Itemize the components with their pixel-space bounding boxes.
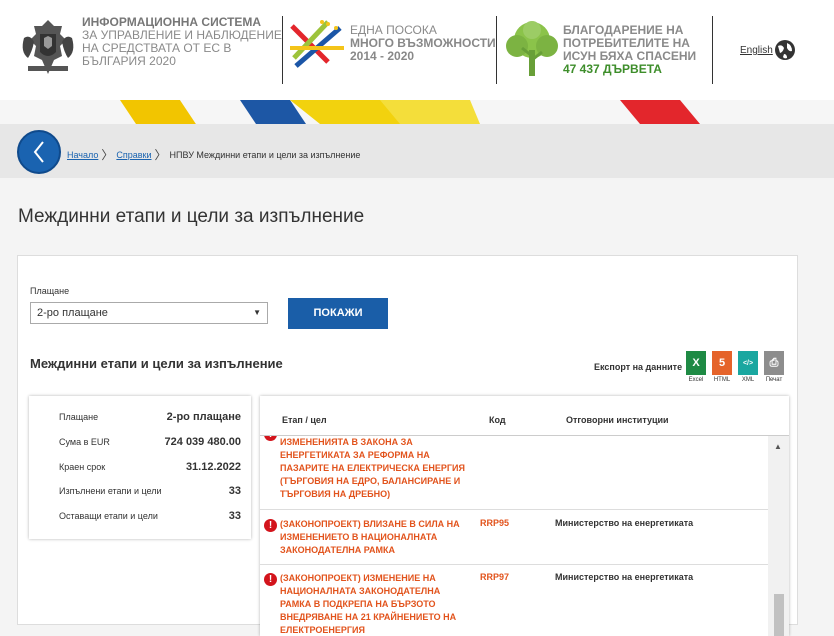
- column-header-stage[interactable]: Етап / цел: [282, 415, 327, 425]
- breadcrumb-current: НПВУ Междинни етапи и цели за изпълнение: [169, 149, 361, 160]
- trees-saved-line: БЛАГОДАРЕНИЕ НА ПОТРЕБИТЕЛИТЕ НА ИСУН БЯ…: [563, 23, 697, 63]
- xml-icon: </>: [738, 351, 758, 375]
- system-title-rest: ЗА УПРАВЛЕНИЕ И НАБЛЮДЕНИЕ НА СРЕДСТВАТА…: [82, 28, 282, 68]
- export-print-label: Печат: [765, 377, 783, 383]
- summary-label: Сума в EUR: [59, 437, 110, 447]
- scrollbar-thumb[interactable]: [774, 594, 784, 636]
- export-excel-label: Excel: [688, 377, 704, 383]
- stage-code: RRP95: [480, 518, 510, 528]
- eu-line1: ЕДНА ПОСОКА: [350, 23, 437, 37]
- summary-value: 724 039 480.00: [164, 436, 241, 448]
- payment-select-value: 2-ро плащане: [37, 307, 108, 319]
- eu-program-icon: [290, 20, 344, 68]
- table-row[interactable]: ! (ЗАКОНОПРОЕКТ) ВЛИЗАНЕ В СИЛА НА ИЗМЕН…: [260, 510, 768, 565]
- stage-code: RRP97: [480, 572, 510, 582]
- coat-of-arms-icon: [22, 20, 74, 74]
- summary-label: Оставащи етапи и цели: [59, 511, 158, 521]
- breadcrumb-bar: Начало 〉 Справки 〉 НПВУ Междинни етапи и…: [0, 124, 834, 178]
- summary-value: 31.12.2022: [185, 461, 241, 473]
- summary-row: Краен срок 31.12.2022: [59, 461, 241, 473]
- milestones-table: Етап / цел Код Отговорни институции ! ИЗ…: [260, 396, 789, 636]
- summary-row: Изпълнени етапи и цели 33: [59, 485, 241, 497]
- eu-line2: МНОГО ВЪЗМОЖНОСТИ 2014 - 2020: [350, 36, 496, 63]
- main-panel: Плащане 2-ро плащане ▼ ПОКАЖИ Междинни е…: [17, 255, 798, 636]
- header-separator: [496, 16, 497, 84]
- stage-institution: Министерство на енергетиката: [555, 572, 694, 582]
- system-logo[interactable]: ИНФОРМАЦИОННА СИСТЕМА ЗА УПРАВЛЕНИЕ И НА…: [18, 16, 282, 78]
- show-button[interactable]: ПОКАЖИ: [288, 298, 388, 329]
- eu-logo[interactable]: ЕДНА ПОСОКА МНОГО ВЪЗМОЖНОСТИ 2014 - 202…: [288, 18, 496, 75]
- table-row[interactable]: ! (ЗАКОНОПРОЕКТ) ИЗМЕНЕНИЕ НА НАЦИОНАЛНА…: [260, 565, 768, 636]
- table-body: ! ИЗМЕНЕНИЯТА В ЗАКОНА ЗА ЕНЕРГЕТИКАТА З…: [260, 436, 768, 636]
- alert-icon: !: [264, 436, 277, 441]
- decorative-stripe: [0, 100, 834, 124]
- alert-icon: !: [264, 573, 277, 586]
- alert-icon: !: [264, 519, 277, 532]
- stage-text: (ЗАКОНОПРОЕКТ) ВЛИЗАНЕ В СИЛА НА ИЗМЕНЕН…: [280, 519, 460, 555]
- summary-card: Плащане 2-ро плащане Сума в EUR 724 039 …: [29, 396, 251, 539]
- chevron-left-icon: [33, 141, 44, 163]
- stage-institution: Министерство на енергетиката: [555, 518, 694, 528]
- language-link[interactable]: English: [740, 45, 773, 56]
- summary-label: Плащане: [59, 412, 99, 422]
- export-xml-label: XML: [741, 377, 755, 383]
- chevron-right-icon: 〉: [101, 148, 114, 162]
- table-scrollbar[interactable]: ▲: [768, 436, 789, 636]
- breadcrumb: Начало 〉 Справки 〉 НПВУ Междинни етапи и…: [67, 146, 360, 163]
- table-row[interactable]: ! ИЗМЕНЕНИЯТА В ЗАКОНА ЗА ЕНЕРГЕТИКАТА З…: [260, 436, 768, 510]
- trees-saved-text: БЛАГОДАРЕНИЕ НА ПОТРЕБИТЕЛИТЕ НА ИСУН БЯ…: [563, 24, 713, 76]
- stage-text: (ЗАКОНОПРОЕКТ) ИЗМЕНЕНИЕ НА НАЦИОНАЛНАТА…: [280, 573, 457, 635]
- excel-icon: X: [686, 351, 706, 375]
- globe-icon[interactable]: [773, 38, 797, 62]
- export-label: Експорт на данните: [594, 362, 683, 372]
- stage-text: ИЗМЕНЕНИЯТА В ЗАКОНА ЗА ЕНЕРГЕТИКАТА ЗА …: [280, 437, 465, 499]
- export-excel-button[interactable]: X Excel: [685, 351, 707, 383]
- html5-icon: 5: [712, 351, 732, 375]
- summary-value: 33: [228, 510, 241, 522]
- column-header-code[interactable]: Код: [489, 415, 506, 425]
- export-html-label: HTML: [713, 377, 731, 383]
- export-print-button[interactable]: ⎙ Печат: [763, 351, 785, 383]
- export-html-button[interactable]: 5 HTML: [711, 351, 733, 383]
- trees-suffix: ДЪРВЕТА: [603, 62, 662, 76]
- table-header: Етап / цел Код Отговорни институции: [260, 396, 789, 436]
- trees-saved-banner[interactable]: БЛАГОДАРЕНИЕ НА ПОТРЕБИТЕЛИТЕ НА ИСУН БЯ…: [503, 20, 696, 85]
- printer-icon: ⎙: [764, 351, 784, 375]
- section-title: Междинни етапи и цели за изпълнение: [30, 356, 283, 371]
- eu-slogan: ЕДНА ПОСОКА МНОГО ВЪЗМОЖНОСТИ 2014 - 202…: [350, 24, 500, 63]
- system-title: ИНФОРМАЦИОННА СИСТЕМА ЗА УПРАВЛЕНИЕ И НА…: [82, 16, 282, 68]
- summary-label: Изпълнени етапи и цели: [59, 486, 162, 496]
- breadcrumb-home[interactable]: Начало: [67, 150, 98, 160]
- summary-value: 33: [228, 485, 241, 497]
- page-title: Междинни етапи и цели за изпълнение: [18, 206, 365, 227]
- site-header: ИНФОРМАЦИОННА СИСТЕМА ЗА УПРАВЛЕНИЕ И НА…: [0, 0, 834, 100]
- tree-icon: [506, 21, 558, 76]
- system-title-bold: ИНФОРМАЦИОННА СИСТЕМА: [82, 15, 262, 29]
- trees-count: 47 437: [563, 62, 600, 76]
- back-button[interactable]: [17, 130, 61, 174]
- header-separator: [712, 16, 713, 84]
- scroll-up-icon[interactable]: ▲: [774, 442, 782, 451]
- chevron-right-icon: 〉: [154, 148, 167, 162]
- header-separator: [282, 16, 283, 84]
- summary-value: 2-ро плащане: [166, 411, 241, 423]
- breadcrumb-reports[interactable]: Справки: [116, 150, 151, 160]
- payment-select[interactable]: 2-ро плащане ▼: [30, 302, 268, 324]
- export-xml-button[interactable]: </> XML: [737, 351, 759, 383]
- summary-row: Сума в EUR 724 039 480.00: [59, 436, 241, 448]
- summary-label: Краен срок: [59, 462, 106, 472]
- caret-down-icon: ▼: [253, 308, 261, 317]
- column-header-institutions[interactable]: Отговорни институции: [566, 415, 669, 425]
- payment-label: Плащане: [30, 286, 70, 296]
- summary-row: Оставащи етапи и цели 33: [59, 510, 241, 522]
- summary-row: Плащане 2-ро плащане: [59, 411, 241, 423]
